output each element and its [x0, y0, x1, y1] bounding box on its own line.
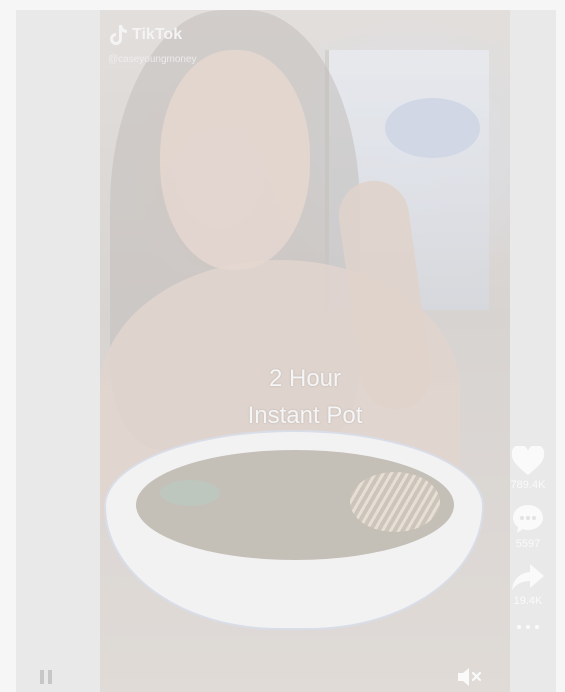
- caption-line-1: 2 Hour: [268, 365, 342, 392]
- caption-line-2: Instant Pot: [247, 402, 363, 429]
- tiktok-logo[interactable]: TikTok: [108, 24, 182, 46]
- share-arrow-icon: [511, 562, 545, 592]
- comment-count: 5597: [515, 538, 541, 550]
- action-rail: 789.4K 5597 19.4K: [506, 446, 550, 629]
- tiktok-embed-page: TikTok @caseyoungmoney 2 Hour Instant Po…: [0, 0, 565, 692]
- like-button[interactable]: 789.4K: [510, 446, 546, 491]
- creator-handle[interactable]: @caseyoungmoney: [108, 54, 197, 65]
- video-card: TikTok @caseyoungmoney 2 Hour Instant Po…: [16, 10, 556, 692]
- pause-icon[interactable]: [40, 670, 52, 684]
- video-player[interactable]: [100, 10, 510, 692]
- mute-speaker-icon: [456, 668, 484, 692]
- like-count: 789.4K: [510, 479, 546, 491]
- mute-button[interactable]: [456, 666, 484, 692]
- tiktok-wordmark: TikTok: [132, 26, 183, 43]
- comment-button[interactable]: 5597: [511, 503, 545, 550]
- share-button[interactable]: 19.4K: [511, 562, 545, 607]
- share-count: 19.4K: [513, 595, 543, 607]
- video-fade-overlay: [100, 10, 510, 692]
- tiktok-note-icon: [108, 24, 128, 46]
- heart-icon: [511, 446, 545, 476]
- more-dots-icon: [517, 625, 521, 629]
- comment-bubble-icon: [511, 503, 545, 535]
- more-options-button[interactable]: [517, 625, 539, 629]
